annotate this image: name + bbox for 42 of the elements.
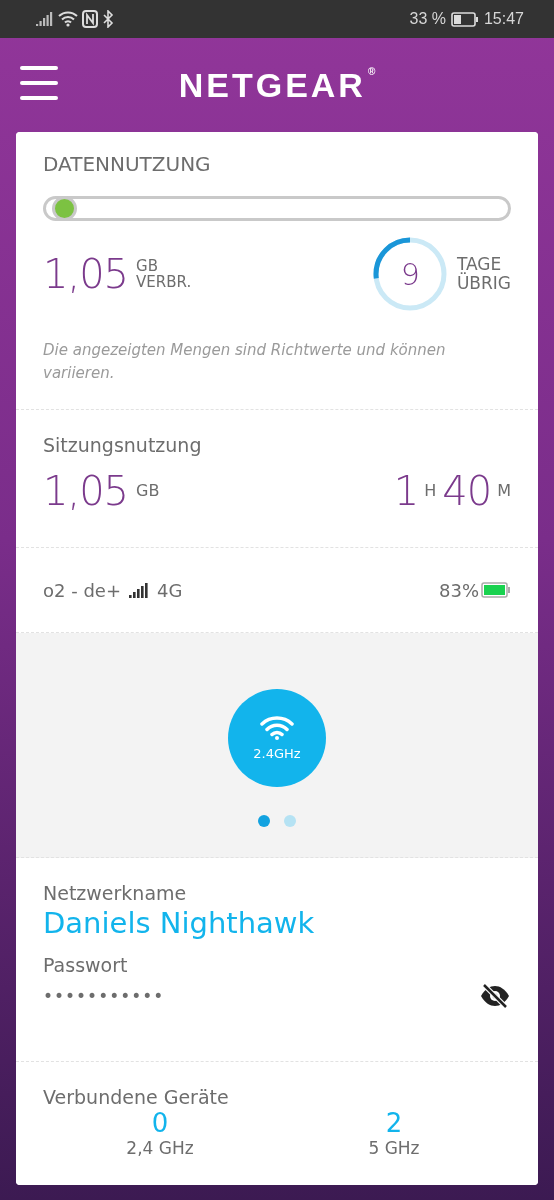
days-value: 9	[400, 256, 419, 292]
session-minutes: 40	[442, 468, 492, 514]
carrier-name: o2 - de+	[43, 579, 121, 601]
signal-icon	[129, 582, 149, 598]
used-value: 1,05	[43, 251, 129, 297]
battery-percent: 33 %	[409, 10, 446, 28]
days-label: ÜBRIG	[456, 274, 511, 293]
bluetooth-icon	[102, 10, 114, 28]
session-data-unit: GB	[136, 482, 160, 500]
used-label: VERBR.	[136, 274, 192, 291]
usage-note: Die angezeigten Mengen sind Richtwerte und können variieren.	[43, 340, 447, 384]
wifi-icon	[260, 715, 294, 740]
signal-icon	[36, 12, 54, 26]
section-title: DATENNUTZUNG	[43, 152, 212, 176]
menu-button[interactable]	[20, 66, 58, 100]
field-label: Passwort	[43, 954, 129, 976]
nfc-icon	[82, 10, 98, 28]
hours-unit: H	[424, 482, 437, 500]
device-count: 2	[385, 1108, 403, 1138]
field-label: Netzwerkname	[43, 882, 188, 904]
used-unit: GB	[136, 257, 159, 274]
clock-time: 15:47	[483, 10, 524, 28]
minutes-unit: M	[497, 482, 511, 500]
brand-logo: NETGEAR®	[178, 65, 376, 105]
network-type: 4G	[157, 579, 183, 601]
password-value: •••••••••••	[43, 986, 165, 1006]
band-label: 2,4 GHz	[126, 1138, 194, 1158]
battery-icon	[450, 11, 479, 27]
band-button[interactable]: 2.4GHz	[228, 689, 326, 787]
session-data-value: 1,05	[43, 468, 129, 514]
device-battery: 83%	[439, 579, 479, 601]
page-dot[interactable]	[284, 815, 296, 827]
battery-icon	[481, 582, 511, 598]
wifi-icon	[58, 11, 78, 27]
network-name: Daniels Nighthawk	[43, 906, 316, 940]
section-title: Sitzungsnutzung	[43, 434, 203, 456]
device-count: 0	[151, 1108, 169, 1138]
eye-off-icon[interactable]	[479, 982, 511, 1010]
session-hours: 1	[393, 468, 419, 514]
page-dot[interactable]	[258, 815, 270, 827]
band-label: 5 GHz	[368, 1138, 420, 1158]
section-title: Verbundene Geräte	[43, 1086, 230, 1108]
